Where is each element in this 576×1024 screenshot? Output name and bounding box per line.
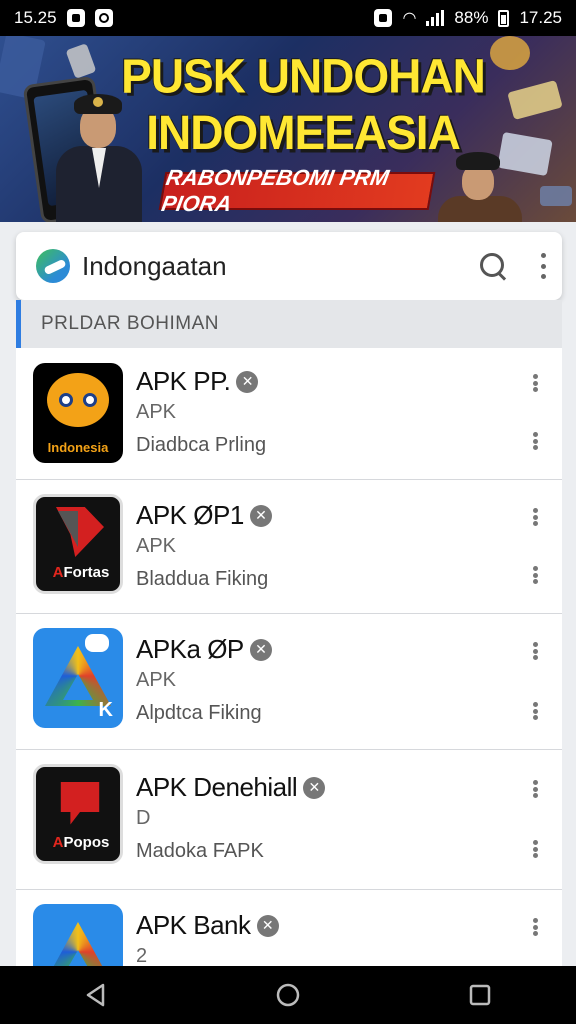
wifi-icon: ◠ bbox=[402, 10, 417, 27]
list-item[interactable]: AFortas APK ØP1 ✕ APK Bladdua Fiking bbox=[16, 480, 562, 614]
navigation-bar bbox=[0, 966, 576, 1024]
item-menu-icon[interactable] bbox=[530, 642, 540, 660]
list-item[interactable]: K APKa ØP ✕ APK Alpdtca Fiking bbox=[16, 614, 562, 750]
app-description: Madoka FAPK bbox=[136, 840, 264, 862]
app-icon-caption: K bbox=[98, 699, 113, 721]
banner-ribbon: RABONPEBOMI PRM PIORA bbox=[158, 165, 436, 216]
ticket-decoration bbox=[507, 80, 563, 120]
search-bar[interactable]: Indongaatan bbox=[16, 232, 562, 300]
app-description: Alpdtca Fiking bbox=[136, 702, 262, 724]
app-name: APK PP. bbox=[136, 366, 231, 396]
item-menu-icon[interactable] bbox=[530, 840, 540, 858]
banner-title: PUSK UNDOHAN INDOMEEASIA bbox=[121, 48, 486, 160]
coin-decoration bbox=[490, 36, 530, 70]
more-options-icon[interactable] bbox=[538, 253, 548, 279]
item-menu-icon[interactable] bbox=[530, 432, 540, 450]
section-header: PRLDAR BOHIMAN bbox=[16, 300, 562, 348]
home-icon[interactable] bbox=[275, 982, 301, 1008]
card-decoration bbox=[65, 43, 97, 79]
status-time: 15.25 bbox=[14, 8, 57, 27]
notification-icon bbox=[66, 9, 85, 27]
verified-badge-icon: ✕ bbox=[249, 504, 272, 527]
recents-icon[interactable] bbox=[467, 982, 493, 1008]
app-icon: AFortas bbox=[33, 494, 123, 594]
verified-badge-icon: ✕ bbox=[256, 914, 279, 937]
app-description: Diadbca Prling bbox=[136, 434, 267, 456]
verified-badge-icon: ✕ bbox=[303, 776, 326, 799]
app-icon: K bbox=[33, 628, 123, 728]
card-decoration bbox=[540, 186, 572, 206]
app-description: Bladdua Fiking bbox=[136, 568, 269, 590]
promo-banner[interactable]: PUSK UNDOHAN INDOMEEASIA RABONPEBOMI PRM… bbox=[0, 36, 576, 222]
back-icon[interactable] bbox=[83, 982, 109, 1008]
signal-icon bbox=[426, 10, 445, 26]
app-icon-caption: APopos bbox=[52, 834, 110, 851]
item-menu-icon[interactable] bbox=[530, 918, 540, 936]
app-name: APK Bank bbox=[136, 910, 251, 940]
item-menu-icon[interactable] bbox=[530, 374, 540, 392]
app-subtitle: APK bbox=[136, 669, 177, 691]
app-subtitle: APK bbox=[136, 401, 177, 423]
list-item[interactable]: APK Bank ✕ 2 bbox=[16, 890, 562, 966]
verified-badge-icon: ✕ bbox=[236, 370, 259, 393]
search-bar-title: Indongaatan bbox=[82, 250, 227, 281]
battery-percent: 88% bbox=[454, 8, 489, 27]
list-item[interactable]: Indonesia APK PP. ✕ APK Diadbca Prling bbox=[16, 348, 562, 480]
app-subtitle: 2 bbox=[136, 945, 148, 966]
sync-icon bbox=[94, 9, 113, 27]
app-name: APK ØP1 bbox=[136, 500, 244, 530]
item-menu-icon[interactable] bbox=[530, 702, 540, 720]
status-time-right: 17.25 bbox=[519, 8, 562, 27]
app-name: APKa ØP bbox=[136, 634, 244, 664]
app-icon: APopos bbox=[33, 764, 123, 864]
cast-icon bbox=[374, 9, 393, 27]
app-icon-caption: Indonesia bbox=[47, 440, 109, 455]
battery-icon bbox=[498, 9, 510, 27]
app-name: APK Denehiall bbox=[136, 772, 298, 802]
app-icon: Indonesia bbox=[33, 363, 123, 463]
item-menu-icon[interactable] bbox=[530, 780, 540, 798]
search-icon[interactable] bbox=[478, 251, 508, 281]
status-bar: 15.25 ◠ 88% 17.25 bbox=[0, 0, 576, 36]
app-icon bbox=[33, 904, 123, 966]
app-subtitle: APK bbox=[136, 535, 177, 557]
item-menu-icon[interactable] bbox=[530, 566, 540, 584]
app-subtitle: D bbox=[136, 807, 151, 829]
item-menu-icon[interactable] bbox=[530, 508, 540, 526]
list-item[interactable]: APopos APK Denehiall ✕ D Madoka FAPK bbox=[16, 750, 562, 890]
app-list: Indonesia APK PP. ✕ APK Diadbca Prling A… bbox=[16, 348, 562, 966]
app-logo-icon bbox=[36, 249, 70, 283]
verified-badge-icon: ✕ bbox=[249, 638, 272, 661]
app-icon-caption: AFortas bbox=[52, 564, 110, 581]
